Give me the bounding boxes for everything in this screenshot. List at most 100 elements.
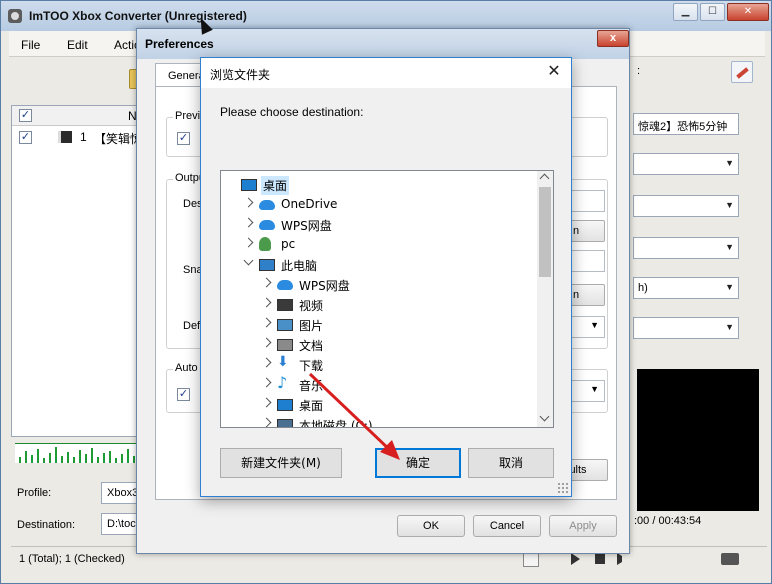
chevron-right-icon[interactable] <box>261 377 272 388</box>
folder-tree-scrollbar[interactable] <box>537 171 553 427</box>
tree-node[interactable]: 桌面 <box>221 395 539 415</box>
chevron-right-icon[interactable] <box>243 217 254 228</box>
preferences-title-bar[interactable]: Preferences x <box>137 29 629 59</box>
select-all-checkbox[interactable]: ✓ <box>19 109 32 122</box>
destination-input[interactable]: D:\toc <box>101 513 141 535</box>
disk-icon <box>277 419 293 427</box>
right-panel-header: : <box>637 65 641 77</box>
chevron-right-icon[interactable] <box>261 397 272 408</box>
maximize-button[interactable]: ☐ <box>700 3 725 21</box>
app-icon <box>8 9 22 23</box>
cloud-icon <box>259 220 275 230</box>
profile-select[interactable]: Xbox3 <box>101 482 141 504</box>
row-checkbox[interactable]: ✓ <box>19 131 32 144</box>
snapshot-camera-icon[interactable] <box>721 553 739 565</box>
menu-file[interactable]: File <box>21 38 40 52</box>
default-field-label: Def <box>183 320 201 332</box>
tree-node[interactable]: WPS网盘 <box>221 215 539 235</box>
tree-node[interactable]: OneDrive <box>221 195 539 215</box>
chevron-right-icon[interactable] <box>243 237 254 248</box>
choose-destination-prompt: Please choose destination: <box>220 105 364 119</box>
auto-checkbox[interactable]: ✓ <box>177 388 190 401</box>
dropdown-4[interactable]: h) <box>633 277 739 299</box>
tree-node[interactable]: pc <box>221 235 539 255</box>
stop-icon[interactable] <box>595 554 605 564</box>
edit-pencil-icon[interactable] <box>731 61 753 83</box>
main-window-title: ImTOO Xbox Converter (Unregistered) <box>29 9 247 23</box>
chevron-right-icon[interactable] <box>261 337 272 348</box>
dropdown-2[interactable] <box>633 195 739 217</box>
chevron-down-icon[interactable] <box>243 255 254 266</box>
minimize-button[interactable]: ▁ <box>673 3 698 21</box>
cloud-icon <box>259 200 275 210</box>
tree-node-label: 桌面 <box>299 399 324 413</box>
volume-icon[interactable] <box>617 553 629 565</box>
file-list-header: ✓ N <box>12 106 138 126</box>
destination-label: Destination: <box>17 519 76 531</box>
menu-edit[interactable]: Edit <box>67 38 88 52</box>
preferences-title: Preferences <box>145 37 214 51</box>
chevron-right-icon[interactable] <box>261 297 272 308</box>
new-folder-button[interactable]: 新建文件夹(M) <box>220 448 342 478</box>
tree-node[interactable]: ♪ 音乐 <box>221 373 539 395</box>
folder-tree[interactable]: 桌面 OneDrive WPS网盘 pc 此电脑 WPS网盘 视频 图片 文档 ⬇ 下载 ♪ 音乐 桌面本… <box>220 170 554 428</box>
play-icon[interactable] <box>571 553 580 565</box>
tree-node[interactable]: WPS网盘 <box>221 275 539 295</box>
file-list[interactable]: ✓ N ✓ 1 【笑辑惊魂2】恐怖5分钟 <box>11 105 139 437</box>
document-icon <box>277 339 293 351</box>
tree-node[interactable]: ⬇ 下载 <box>221 354 539 375</box>
auto-group-label: Auto <box>173 362 200 374</box>
dropdown-3[interactable] <box>633 237 739 259</box>
preferences-cancel-button[interactable]: Cancel <box>473 515 541 537</box>
tree-node-label: 视频 <box>299 299 324 313</box>
tree-node-label: WPS网盘 <box>299 279 350 293</box>
preview-checkbox[interactable]: ✓ <box>177 132 190 145</box>
chevron-right-icon[interactable] <box>261 417 272 427</box>
browse-folder-dialog: 浏览文件夹 ✕ Please choose destination: 桌面 One… <box>200 57 572 497</box>
cancel-button[interactable]: 取消 <box>468 448 554 478</box>
browse-close-button[interactable]: ✕ <box>539 62 569 84</box>
tree-node-label: 文档 <box>299 339 324 353</box>
scroll-up-arrow-icon[interactable] <box>539 173 550 184</box>
dropdown-5[interactable] <box>633 317 739 339</box>
chevron-right-icon[interactable] <box>243 197 254 208</box>
desktop-icon <box>241 179 257 191</box>
close-button[interactable]: ✕ <box>727 3 769 21</box>
browse-title-bar[interactable]: 浏览文件夹 ✕ <box>201 58 571 88</box>
tree-node[interactable]: 图片 <box>221 315 539 335</box>
tree-node[interactable]: 此电脑 <box>221 255 539 275</box>
tree-node-label: 图片 <box>299 319 324 333</box>
picture-icon <box>277 319 293 331</box>
profile-label: Profile: <box>17 487 52 499</box>
tree-node-label: 此电脑 <box>281 259 318 273</box>
output-name-field[interactable]: 惊魂2】恐怖5分钟 <box>633 113 739 135</box>
desktop-icon <box>277 399 293 411</box>
preferences-ok-button[interactable]: OK <box>397 515 465 537</box>
row-file-name: 【笑辑惊魂2】恐怖5分钟 <box>94 132 138 146</box>
tree-node[interactable]: 本地磁盘 (C:) <box>221 415 539 428</box>
cloud-icon <box>277 280 293 290</box>
table-row[interactable]: ✓ 1 【笑辑惊魂2】恐怖5分钟 <box>12 128 138 146</box>
chevron-right-icon[interactable] <box>261 317 272 328</box>
tree-node-label: 桌面 <box>261 176 290 195</box>
tree-node-label: 本地磁盘 (C:) <box>299 419 373 428</box>
time-readout: :00 / 00:43:54 <box>634 515 702 527</box>
scroll-down-arrow-icon[interactable] <box>539 411 550 422</box>
dropdown-1[interactable] <box>633 153 739 175</box>
chevron-right-icon[interactable] <box>261 357 272 368</box>
download-icon: ⬇ <box>277 354 289 370</box>
scroll-thumb[interactable] <box>539 187 551 277</box>
tree-node[interactable]: 桌面 <box>221 175 539 195</box>
user-icon <box>259 237 271 251</box>
chevron-right-icon[interactable] <box>261 277 272 288</box>
preferences-apply-button[interactable]: Apply <box>549 515 617 537</box>
preferences-close-button[interactable]: x <box>597 30 629 47</box>
main-title-bar[interactable]: ImTOO Xbox Converter (Unregistered) ▁ ☐ … <box>1 1 771 31</box>
tree-node[interactable]: 视频 <box>221 295 539 315</box>
resize-grip[interactable] <box>557 482 569 494</box>
confirm-button[interactable]: 确定 <box>375 448 461 478</box>
tree-node[interactable]: 文档 <box>221 335 539 355</box>
music-icon: ♪ <box>277 373 288 392</box>
film-icon <box>58 131 72 143</box>
waveform-display <box>15 443 139 463</box>
